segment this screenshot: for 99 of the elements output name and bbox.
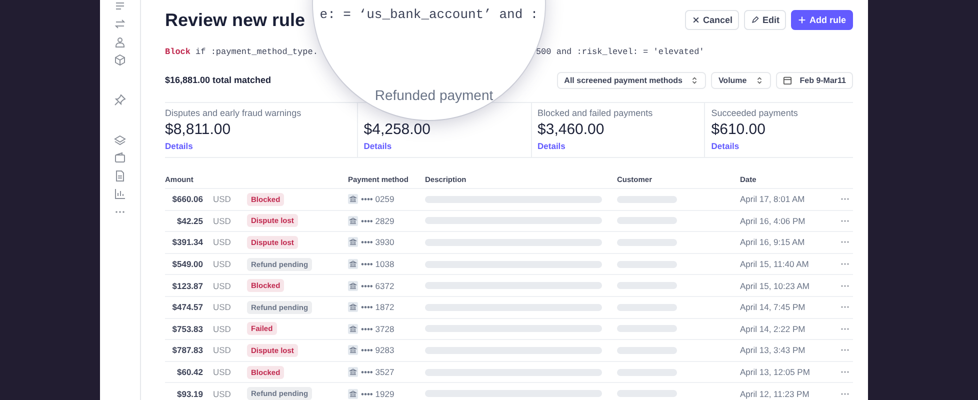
card-label: Succeeded payments [711, 108, 799, 118]
bank-icon [348, 194, 358, 204]
layers-icon[interactable] [114, 134, 126, 146]
amount-cell-text: $549.00 [171, 259, 203, 270]
bank-icon [348, 280, 358, 291]
more-icon[interactable] [840, 348, 850, 352]
arrows-icon[interactable] [114, 18, 126, 30]
action-button[interactable]: Cancel [684, 10, 740, 30]
plus-icon [798, 16, 806, 24]
more-icon[interactable] [840, 305, 850, 310]
amount-cell-text: $42.25 [176, 216, 203, 226]
payment-method-cell: •••• 1929 [361, 388, 394, 399]
card-label: Blocked and failed payments [538, 108, 654, 118]
payment-method-cell: •••• 3527 [361, 367, 394, 378]
payment-method-cell: •••• 9283 [361, 345, 394, 356]
rule-action: Block [165, 47, 191, 57]
payment-method-cell: •••• 3728 [361, 324, 394, 334]
pin-icon[interactable] [114, 94, 126, 106]
bank-icon [348, 237, 358, 248]
currency-cell-text: USD [213, 259, 232, 270]
details-link[interactable]: Details [165, 141, 193, 151]
payment-method-cell: •••• 2829 [361, 216, 394, 226]
amount-cell-text: $93.19 [176, 388, 203, 399]
date-cell-text: April 16, 4:06 PM [740, 216, 806, 226]
document-icon[interactable] [114, 170, 126, 182]
payment-method-cell: •••• 6372 [361, 280, 394, 291]
currency-cell-text: USD [213, 194, 232, 204]
chevron-icon [690, 76, 700, 84]
date-cell-text: April 14, 7:45 PM [740, 302, 806, 312]
more-icon[interactable] [840, 284, 850, 288]
details-link[interactable]: Details [538, 141, 566, 151]
magnified-label: Refunded payment [374, 87, 494, 103]
currency-cell-text: USD [213, 302, 232, 312]
box-icon[interactable] [114, 54, 126, 66]
bank-icon [348, 388, 358, 399]
currency-cell-text: USD [213, 388, 232, 399]
payment-method-cell: •••• 1038 [361, 259, 394, 270]
total-matched: $16,881.00 total matched [165, 75, 272, 85]
amount-cell-text: $787.83 [171, 345, 203, 356]
date-cell-text: April 15, 10:23 AM [740, 280, 810, 291]
more-icon[interactable] [840, 370, 850, 374]
amount-cell-text: $660.06 [171, 194, 203, 204]
page-title: Review new rule [165, 10, 306, 30]
currency-cell-text: USD [213, 280, 232, 291]
rows-icon[interactable] [114, 0, 126, 12]
date-cell-text: April 13, 12:05 PM [740, 367, 811, 378]
bank-icon [348, 345, 358, 356]
bank-icon [348, 259, 358, 270]
person-icon[interactable] [114, 36, 126, 48]
chart-icon[interactable] [114, 188, 126, 200]
filter-dropdown[interactable]: All screened payment methods [557, 72, 706, 88]
amount-cell-text: $60.42 [176, 367, 203, 378]
date-cell-text: April 13, 3:43 PM [740, 345, 806, 356]
filter-dropdown[interactable]: Feb 9-Mar11 [776, 72, 853, 88]
more-icon[interactable] [840, 218, 850, 223]
date-cell-text: April 14, 2:22 PM [740, 324, 806, 334]
filter-dropdown[interactable]: Volume [711, 72, 771, 88]
wallet-icon[interactable] [114, 152, 126, 164]
bank-icon [348, 324, 358, 334]
bank-icon [348, 367, 358, 378]
close-icon [692, 16, 700, 24]
details-link[interactable]: Details [711, 141, 740, 151]
more-icon[interactable] [840, 262, 850, 266]
more-icon[interactable] [840, 326, 850, 331]
details-link[interactable]: Details [364, 141, 392, 151]
rule-condition: if :payment_method_type. [196, 47, 318, 57]
magnified-code: e: = ‘us_bank_account’ and : [320, 7, 538, 22]
card-value: $4,258.00 [364, 121, 432, 138]
payment-method-cell: •••• 3930 [361, 237, 394, 248]
amount-cell-text: $123.87 [171, 280, 203, 291]
rule-condition: 500 and :risk_level: = 'elevated' [536, 47, 704, 57]
currency-cell-text: USD [213, 367, 232, 378]
more-icon[interactable] [840, 197, 850, 202]
date-cell-text: April 12, 11:23 PM [740, 388, 810, 399]
currency-cell-text: USD [213, 324, 232, 334]
payment-method-cell: •••• 1872 [361, 302, 394, 312]
pencil-icon [751, 16, 760, 24]
action-button[interactable]: Add rule [791, 10, 853, 30]
bank-icon [348, 302, 358, 312]
calendar-icon [782, 76, 792, 84]
more-icon[interactable] [840, 240, 850, 244]
card-value: $3,460.00 [538, 121, 606, 138]
date-cell-text: April 17, 8:01 AM [740, 194, 806, 204]
amount-cell-text: $474.57 [171, 302, 203, 312]
action-button[interactable]: Edit [744, 10, 786, 30]
amount-cell-text: $753.83 [171, 324, 203, 334]
card-value: $8,811.00 [165, 121, 232, 138]
currency-cell-text: USD [213, 237, 232, 248]
currency-cell-text: USD [213, 345, 232, 356]
payment-method-cell: •••• 0259 [361, 194, 394, 204]
more-icon[interactable] [840, 392, 850, 396]
card-label: Disputes and early fraud warnings [165, 108, 302, 118]
card-value: $610.00 [711, 121, 766, 138]
amount-cell-text: $391.34 [171, 237, 203, 248]
chevron-icon [754, 76, 764, 84]
date-cell-text: April 16, 9:15 AM [740, 237, 806, 248]
bank-icon [348, 216, 358, 226]
currency-cell-text: USD [213, 216, 232, 226]
date-cell-text: April 15, 11:40 AM [740, 259, 810, 270]
